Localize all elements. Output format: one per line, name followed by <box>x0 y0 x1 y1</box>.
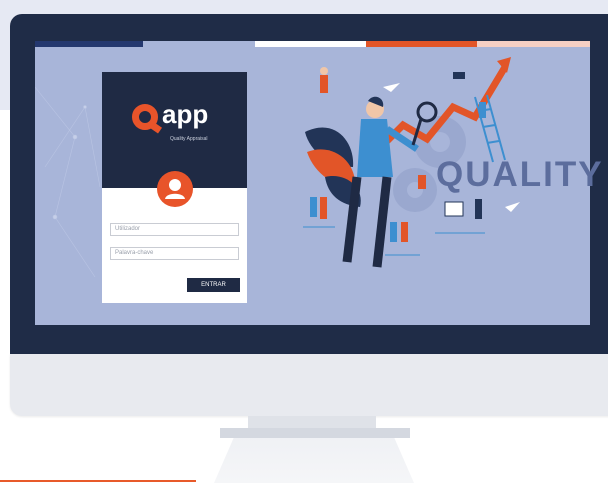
network-lines <box>35 86 101 278</box>
color-strip-white <box>255 41 366 47</box>
logo-q-tail <box>148 121 163 134</box>
color-strip-lightblue <box>143 41 255 47</box>
color-strip-navy <box>35 41 143 47</box>
user-icon <box>157 171 193 207</box>
quality-headline: QUALITY <box>436 155 604 194</box>
decorative-orange-line <box>0 480 196 482</box>
monitor-chin <box>10 354 608 416</box>
logo-subtitle: Quality Appraisal <box>170 136 208 142</box>
username-input[interactable]: Utilizador <box>110 223 239 236</box>
logo-text: app <box>162 99 209 129</box>
color-strip-pink <box>477 41 590 47</box>
monitor-base-shadow <box>220 428 410 438</box>
login-panel: app Quality Appraisal Utilizador Palavra… <box>102 72 247 303</box>
password-input[interactable]: Palavra-chave <box>110 247 239 260</box>
color-strip-orange <box>366 41 477 47</box>
app-logo: app Quality Appraisal <box>132 99 222 142</box>
login-button[interactable]: ENTRAR <box>187 278 240 292</box>
